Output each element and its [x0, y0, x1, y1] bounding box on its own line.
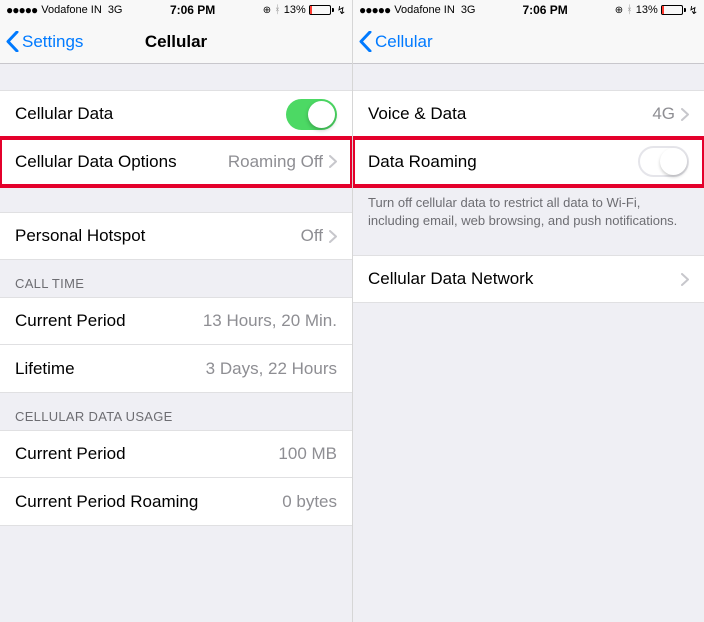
cellular-data-switch[interactable] — [286, 99, 337, 130]
hotspot-value: Off — [301, 226, 323, 246]
signal-dots-icon: ●●●●● — [6, 3, 37, 17]
call-lifetime-value: 3 Days, 22 Hours — [206, 359, 337, 379]
call-current-label: Current Period — [15, 311, 126, 331]
usage-current-label: Current Period — [15, 444, 126, 464]
back-label: Cellular — [375, 32, 433, 52]
row-call-lifetime: Lifetime 3 Days, 22 Hours — [0, 345, 352, 393]
status-bar: ●●●●● Vodafone IN 3G 7:06 PM ⊕ ᚼ 13% ↯ — [0, 0, 352, 20]
battery-percent: 13% — [284, 4, 306, 16]
row-usage-current: Current Period 100 MB — [0, 430, 352, 478]
status-time: 7:06 PM — [476, 3, 615, 17]
chevron-right-icon — [329, 155, 337, 168]
voice-data-value: 4G — [652, 104, 675, 124]
chevron-left-icon — [6, 31, 19, 52]
network-label: 3G — [461, 4, 476, 16]
battery-icon — [661, 5, 686, 15]
options-label: Cellular Data Options — [15, 152, 177, 172]
network-label: 3G — [108, 4, 123, 16]
section-header-call-time: CALL TIME — [0, 260, 352, 297]
back-button[interactable]: Settings — [0, 31, 83, 52]
signal-dots-icon: ●●●●● — [359, 3, 390, 17]
rotation-lock-icon: ⊕ — [615, 5, 623, 16]
usage-roaming-label: Current Period Roaming — [15, 492, 198, 512]
nav-bar: Settings Cellular — [0, 20, 352, 64]
charging-icon: ↯ — [337, 4, 346, 17]
row-personal-hotspot[interactable]: Personal Hotspot Off — [0, 212, 352, 260]
rotation-lock-icon: ⊕ — [263, 5, 271, 16]
call-lifetime-label: Lifetime — [15, 359, 75, 379]
chevron-right-icon — [329, 230, 337, 243]
options-value: Roaming Off — [228, 152, 323, 172]
back-button[interactable]: Cellular — [353, 31, 433, 52]
row-call-current: Current Period 13 Hours, 20 Min. — [0, 297, 352, 345]
chevron-right-icon — [681, 273, 689, 286]
nav-bar: Cellular — [353, 20, 704, 64]
screen-cellular-options: ●●●●● Vodafone IN 3G 7:06 PM ⊕ ᚼ 13% ↯ C… — [352, 0, 704, 622]
row-cellular-data[interactable]: Cellular Data — [0, 90, 352, 138]
cellular-data-label: Cellular Data — [15, 104, 113, 124]
battery-icon — [309, 5, 334, 15]
usage-current-value: 100 MB — [278, 444, 337, 464]
status-bar: ●●●●● Vodafone IN 3G 7:06 PM ⊕ ᚼ 13% ↯ — [353, 0, 704, 20]
cdn-label: Cellular Data Network — [368, 269, 533, 289]
usage-roaming-value: 0 bytes — [282, 492, 337, 512]
bluetooth-icon: ᚼ — [274, 4, 281, 16]
status-time: 7:06 PM — [123, 3, 263, 17]
data-roaming-label: Data Roaming — [368, 152, 477, 172]
section-header-usage: CELLULAR DATA USAGE — [0, 393, 352, 430]
row-voice-data[interactable]: Voice & Data 4G — [353, 90, 704, 138]
screen-cellular: ●●●●● Vodafone IN 3G 7:06 PM ⊕ ᚼ 13% ↯ S… — [0, 0, 352, 622]
battery-percent: 13% — [636, 4, 658, 16]
row-usage-roaming: Current Period Roaming 0 bytes — [0, 478, 352, 526]
row-cellular-data-options[interactable]: Cellular Data Options Roaming Off — [0, 138, 352, 186]
row-data-roaming[interactable]: Data Roaming — [353, 138, 704, 186]
hotspot-label: Personal Hotspot — [15, 226, 145, 246]
chevron-left-icon — [359, 31, 372, 52]
carrier-label: Vodafone IN — [41, 4, 102, 16]
charging-icon: ↯ — [689, 4, 698, 17]
call-current-value: 13 Hours, 20 Min. — [203, 311, 337, 331]
chevron-right-icon — [681, 108, 689, 121]
row-cellular-data-network[interactable]: Cellular Data Network — [353, 255, 704, 303]
voice-data-label: Voice & Data — [368, 104, 466, 124]
bluetooth-icon: ᚼ — [626, 4, 633, 16]
carrier-label: Vodafone IN — [394, 4, 455, 16]
back-label: Settings — [22, 32, 83, 52]
data-roaming-switch[interactable] — [638, 146, 689, 177]
footer-help-text: Turn off cellular data to restrict all d… — [353, 186, 704, 237]
